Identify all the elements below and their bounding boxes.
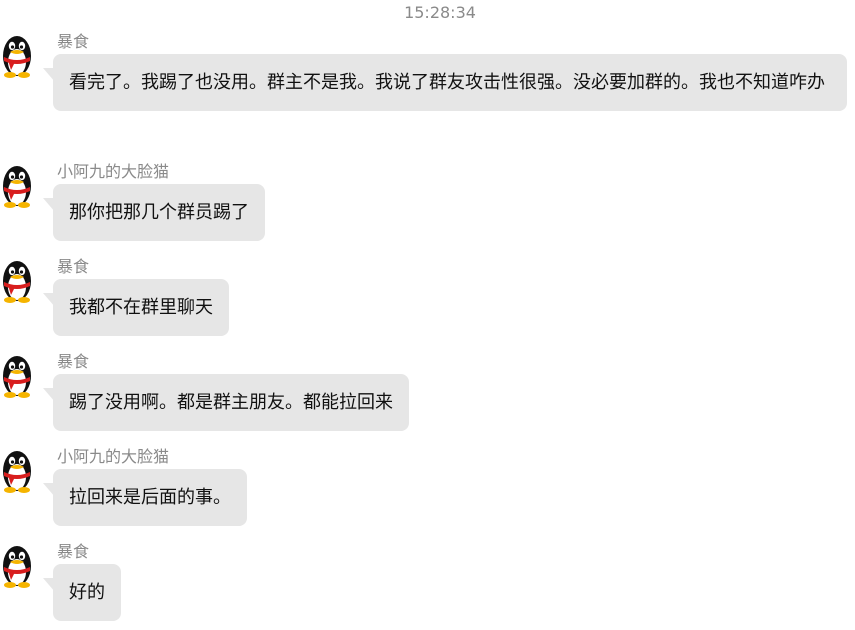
qq-penguin-icon[interactable]	[0, 352, 36, 398]
message-bubble[interactable]: 好的	[43, 564, 121, 621]
sender-name[interactable]: 暴食	[57, 352, 89, 372]
message-timestamp: 15:28:34	[404, 3, 476, 22]
qq-penguin-icon[interactable]	[0, 257, 36, 303]
sender-name[interactable]: 小阿九的大脸猫	[57, 447, 169, 467]
message-bubble[interactable]: 那你把那几个群员踢了	[43, 184, 265, 241]
sender-name[interactable]: 暴食	[57, 257, 89, 277]
qq-penguin-icon[interactable]	[0, 447, 36, 493]
qq-penguin-icon[interactable]	[0, 542, 36, 588]
qq-penguin-icon[interactable]	[0, 162, 36, 208]
message-bubble[interactable]: 看完了。我踢了也没用。群主不是我。我说了群友攻击性很强。没必要加群的。我也不知道…	[43, 54, 847, 111]
sender-name[interactable]: 暴食	[57, 542, 89, 562]
message-bubble[interactable]: 我都不在群里聊天	[43, 279, 229, 336]
message-bubble[interactable]: 拉回来是后面的事。	[43, 469, 247, 526]
qq-penguin-icon[interactable]	[0, 32, 36, 78]
sender-name[interactable]: 暴食	[57, 32, 89, 52]
sender-name[interactable]: 小阿九的大脸猫	[57, 162, 169, 182]
message-bubble[interactable]: 踢了没用啊。都是群主朋友。都能拉回来	[43, 374, 409, 431]
